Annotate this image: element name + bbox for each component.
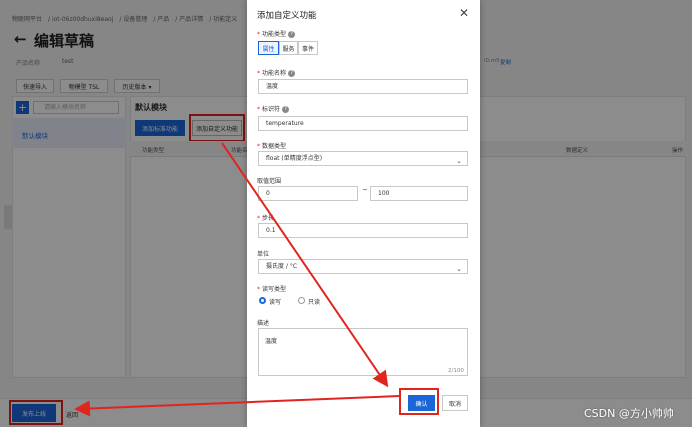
value-range-label: 取值范围 xyxy=(257,178,282,185)
radio-read-only[interactable] xyxy=(298,297,305,304)
cancel-button[interactable]: 取消 xyxy=(442,395,468,411)
watermark: CSDN @方小帅帅 xyxy=(584,407,674,420)
data-type-label: * 数据类型 xyxy=(257,143,287,150)
radio-read-only-label: 只读 xyxy=(308,299,321,306)
radio-read-write-label: 读写 xyxy=(269,299,282,306)
identifier-input[interactable]: temperature xyxy=(258,116,468,131)
annotation-box-confirm xyxy=(399,388,439,415)
description-textarea[interactable] xyxy=(258,328,468,376)
help-icon: ? xyxy=(282,106,290,113)
function-type-property[interactable]: 属性 xyxy=(258,41,279,55)
description-char-count: 2/100 xyxy=(448,368,464,374)
function-name-input[interactable]: 温度 xyxy=(258,79,468,94)
data-type-select[interactable]: float (单精度浮点型) ⌄ xyxy=(258,151,468,166)
description-value: 温度 xyxy=(265,338,278,345)
step-input[interactable]: 0.1 xyxy=(258,223,468,238)
close-icon[interactable]: ✕ xyxy=(459,6,469,20)
step-label: * 步长 xyxy=(257,215,275,222)
function-type-event[interactable]: 事件 xyxy=(298,41,318,55)
chevron-down-icon: ⌄ xyxy=(456,157,462,165)
radio-read-write[interactable] xyxy=(259,297,266,304)
description-label: 描述 xyxy=(257,320,270,327)
unit-label: 单位 xyxy=(257,251,270,258)
chevron-down-icon: ⌄ xyxy=(456,265,462,273)
range-min-input[interactable]: 0 xyxy=(258,186,358,201)
help-icon: ? xyxy=(288,70,296,77)
help-icon: ? xyxy=(288,31,296,38)
unit-select[interactable]: 摄氏度 / °C ⌄ xyxy=(258,259,468,274)
function-name-label: * 功能名称? xyxy=(257,68,296,77)
dialog-title: 添加自定义功能 xyxy=(257,11,317,21)
range-separator: ~ xyxy=(362,186,368,194)
range-max-input[interactable]: 100 xyxy=(370,186,468,201)
rw-type-label: * 读写类型 xyxy=(257,286,287,293)
identifier-label: * 标识符? xyxy=(257,104,290,113)
function-type-label: * 功能类型? xyxy=(257,29,296,38)
function-type-service[interactable]: 服务 xyxy=(279,41,298,55)
